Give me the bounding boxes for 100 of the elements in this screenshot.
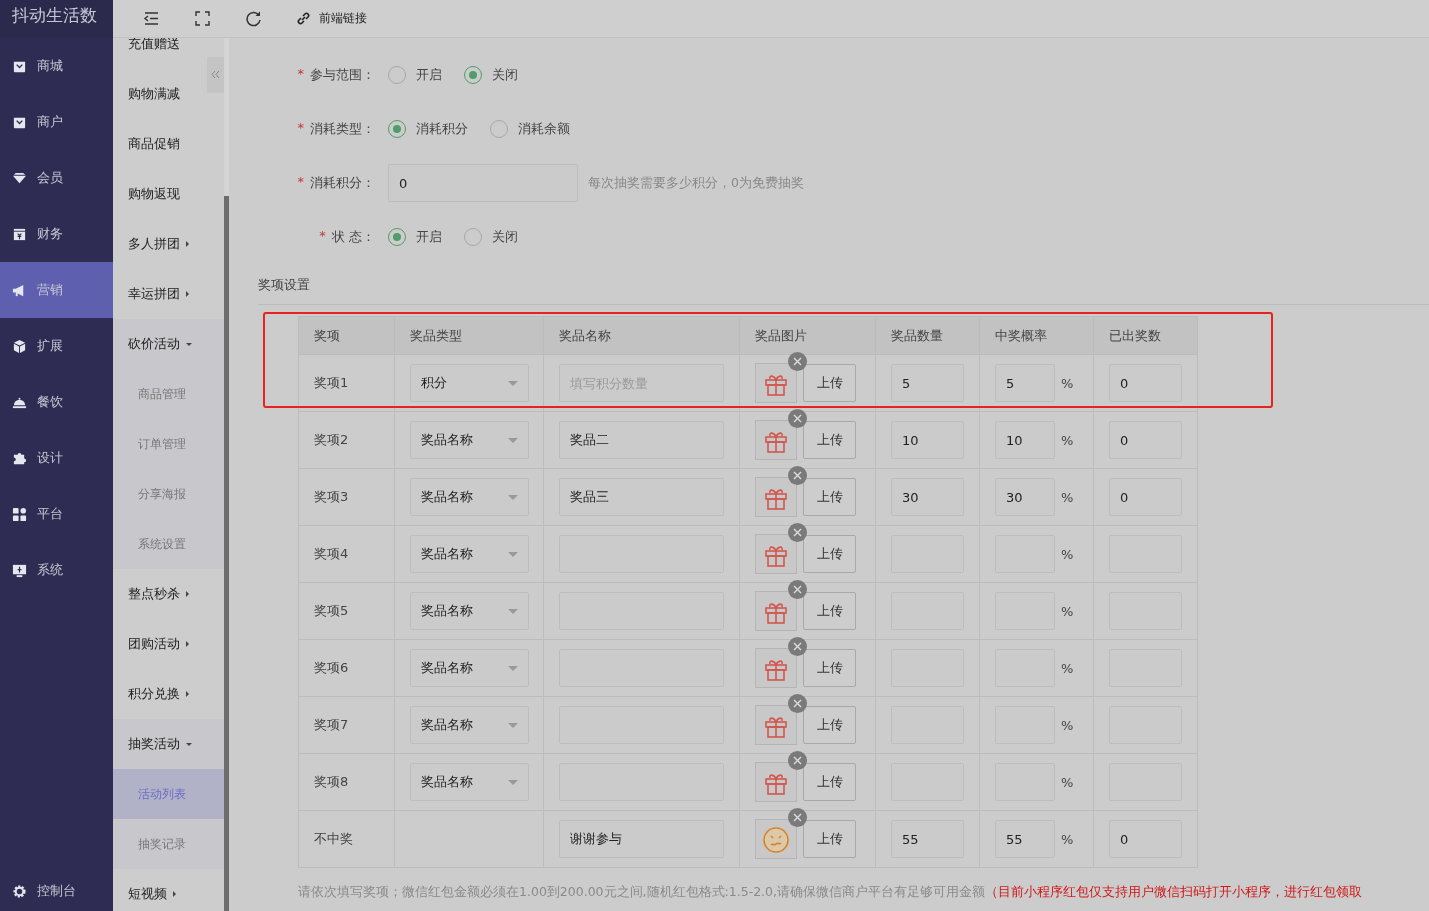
quantity-field[interactable]: 5 [891,364,964,402]
prize-image[interactable] [755,705,797,745]
section-title: 奖项设置 [258,272,1429,305]
upload-button[interactable]: 上传 [803,706,856,744]
remove-icon[interactable] [788,409,807,428]
upload-button[interactable]: 上传 [803,763,856,801]
percent-sign: % [1061,432,1074,448]
prize-image[interactable] [755,762,797,802]
nav-item[interactable]: 系统 [0,542,113,598]
prize-type-select[interactable]: 奖品名称 [410,535,529,573]
radio-option[interactable]: 消耗积分 [388,120,468,138]
collapse-button[interactable] [207,57,224,93]
nav-item[interactable]: 餐饮 [0,374,113,430]
nav-item[interactable]: 扩展 [0,318,113,374]
app-logo: 抖动生活数 [0,0,113,38]
remove-icon[interactable] [788,580,807,599]
submenu-item[interactable]: 短视频 [113,869,207,911]
prize-image[interactable] [755,477,797,517]
prize-type-select[interactable]: 奖品名称 [410,706,529,744]
gift-icon [765,432,787,453]
submenu-item[interactable]: 整点秒杀 [113,569,207,619]
quantity-field[interactable]: 55 [891,820,964,858]
prize-name-field[interactable]: 奖品三 [559,478,724,516]
column-header: 奖品数量 [876,317,980,355]
required-mark: * [297,66,304,83]
submenu-item[interactable]: 抽奖活动 [113,719,207,769]
awarded-count-field[interactable]: 0 [1109,478,1182,516]
column-header: 已出奖数 [1094,317,1198,355]
prize-type-select[interactable]: 奖品名称 [410,421,529,459]
probability-field[interactable]: 5 [995,364,1055,402]
gear-icon [12,883,27,899]
quantity-field[interactable]: 10 [891,421,964,459]
prize-image[interactable] [755,648,797,688]
nav-item[interactable]: 财务 [0,206,113,262]
nav-item[interactable]: 控制台 [0,863,113,911]
prize-type-select[interactable]: 积分 [410,364,529,402]
column-header: 奖品图片 [740,317,876,355]
remove-icon[interactable] [788,808,807,827]
prize-type-select[interactable]: 奖品名称 [410,649,529,687]
awarded-count-field[interactable]: 0 [1109,364,1182,402]
remove-icon[interactable] [788,352,807,371]
radio-option[interactable]: 消耗余额 [490,120,570,138]
refresh-icon[interactable] [245,10,262,27]
column-header: 中奖概率 [980,317,1094,355]
prize-name-field[interactable]: 谢谢参与 [559,820,724,858]
prize-image[interactable] [755,420,797,460]
upload-button[interactable]: 上传 [803,478,856,516]
remove-icon[interactable] [788,751,807,770]
probability-field[interactable]: 10 [995,421,1055,459]
radio-option[interactable]: 开启 [388,228,442,246]
upload-button[interactable]: 上传 [803,820,856,858]
nav-item[interactable]: 会员 [0,150,113,206]
scrollbar-thumb[interactable] [224,196,229,911]
prize-label: 不中奖 [314,830,353,848]
submenu-item[interactable]: 砍价活动 [113,319,207,369]
probability-field[interactable]: 55 [995,820,1055,858]
points-field[interactable]: 0 [388,164,578,202]
awarded-count-field[interactable]: 0 [1109,421,1182,459]
field-label: 状 态： [331,228,375,246]
submenu-item[interactable]: 购物返现 [113,169,207,219]
prize-name-field[interactable]: 奖品二 [559,421,724,459]
upload-button[interactable]: 上传 [803,649,856,687]
prize-image[interactable] [755,819,797,859]
prize-type-select[interactable]: 奖品名称 [410,478,529,516]
radio-option[interactable]: 关闭 [464,66,518,84]
fullscreen-icon[interactable] [194,10,211,27]
upload-button[interactable]: 上传 [803,535,856,573]
remove-icon[interactable] [788,694,807,713]
upload-button[interactable]: 上传 [803,364,856,402]
prize-image[interactable] [755,363,797,403]
nav-item[interactable]: 商城 [0,38,113,94]
quantity-field[interactable]: 30 [891,478,964,516]
submenu-item[interactable]: 多人拼团 [113,219,207,269]
menu-icon[interactable] [143,10,160,27]
remove-icon[interactable] [788,637,807,656]
upload-button[interactable]: 上传 [803,421,856,459]
submenu-item[interactable]: 幸运拼团 [113,269,207,319]
nav-item[interactable]: 商户 [0,94,113,150]
required-mark: * [297,174,304,191]
prize-type-select[interactable]: 奖品名称 [410,592,529,630]
probability-field[interactable]: 30 [995,478,1055,516]
prize-type-select[interactable]: 奖品名称 [410,763,529,801]
nav-item[interactable]: 平台 [0,486,113,542]
submenu-item[interactable]: 购物满减 [113,69,207,119]
remove-icon[interactable] [788,466,807,485]
nav-item[interactable]: 设计 [0,430,113,486]
radio-option[interactable]: 关闭 [464,228,518,246]
upload-button[interactable]: 上传 [803,592,856,630]
radio-option[interactable]: 开启 [388,66,442,84]
frontend-link[interactable]: 前端链接 [296,10,367,27]
awarded-count-field[interactable]: 0 [1109,820,1182,858]
remove-icon[interactable] [788,523,807,542]
submenu-item[interactable]: 商品促销 [113,119,207,169]
prize-image[interactable] [755,591,797,631]
prize-image[interactable] [755,534,797,574]
link-icon [296,11,311,26]
submenu-item[interactable]: 团购活动 [113,619,207,669]
nav-item[interactable]: 营销 [0,262,113,318]
hint-text: 每次抽奖需要多少积分，0为免费抽奖 [588,174,804,192]
submenu-item[interactable]: 积分兑换 [113,669,207,719]
